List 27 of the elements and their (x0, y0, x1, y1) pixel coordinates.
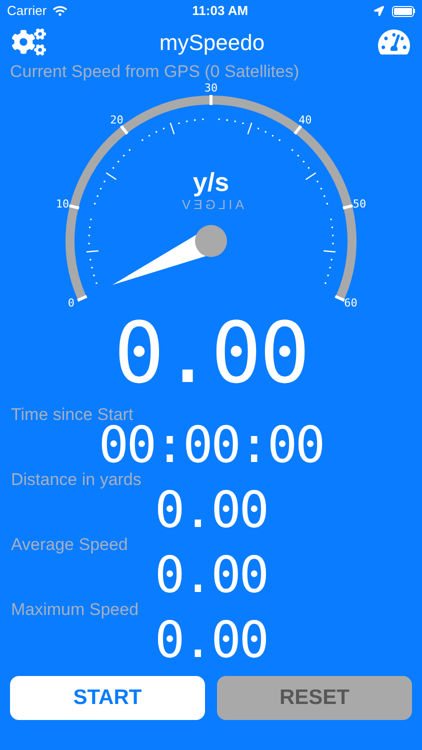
stat-value: 0.00 (154, 615, 268, 665)
carrier-label: Carrier (7, 2, 47, 20)
gauge-scale-label: 10 (56, 198, 70, 210)
gauge-brand: AILGEV (178, 198, 244, 211)
reset-button[interactable]: RESET (217, 676, 412, 720)
gauge-scale-label: 30 (204, 82, 218, 94)
gauge-scale-label: 20 (110, 114, 124, 126)
start-button[interactable]: START (10, 676, 205, 720)
stat-value: 0.00 (154, 485, 268, 535)
stat-value: 0.00 (154, 550, 268, 600)
gauge-unit: y/s (192, 169, 230, 195)
gauge-scale-label: 40 (298, 114, 312, 126)
stat-label: Average Speed (11, 535, 128, 555)
status-time: 11:03 AM (192, 2, 248, 20)
stat-label: Distance in yards (11, 470, 142, 490)
battery-icon (392, 6, 415, 16)
stat-label: Maximum Speed (11, 600, 139, 620)
gauge-button[interactable] (378, 27, 410, 57)
location-icon (374, 6, 384, 16)
gps-label: Current Speed from GPS (0 Satellites) (10, 62, 300, 81)
gauge-scale-label: 60 (344, 298, 358, 309)
gauge-scale-label: 0 (68, 298, 75, 309)
current-speed: 0.00 (114, 313, 308, 393)
wifi-icon (52, 5, 67, 17)
app-title: mySpeedo (159, 28, 265, 57)
settings-button[interactable] (12, 26, 46, 58)
gauge-scale-label: 50 (352, 198, 366, 210)
